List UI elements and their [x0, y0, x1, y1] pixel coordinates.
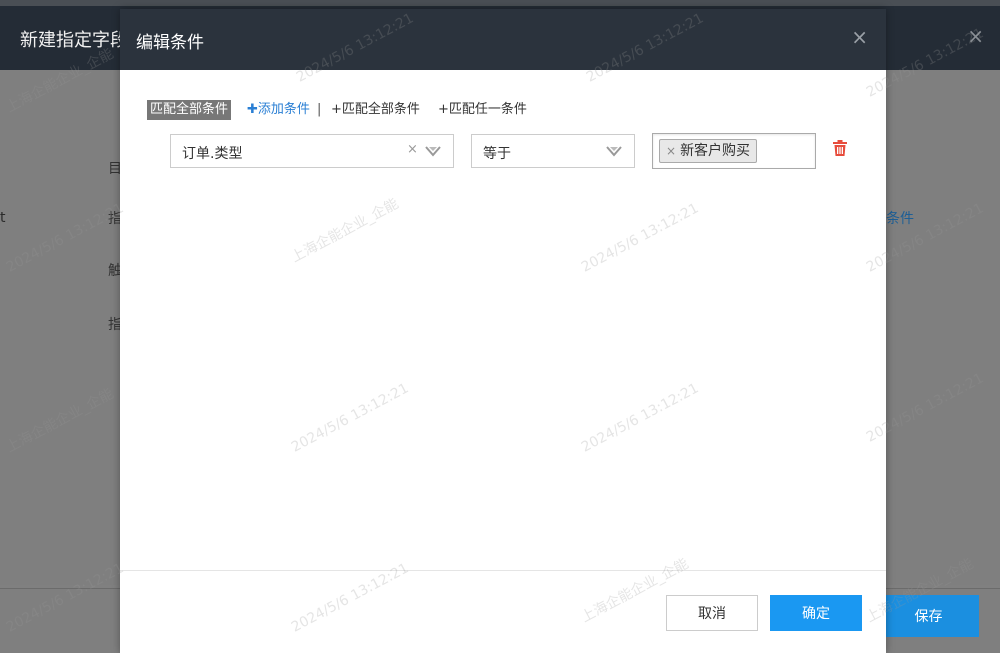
- chip-remove-icon[interactable]: ×: [666, 144, 676, 158]
- add-condition-label: 添加条件: [257, 102, 310, 117]
- background-edge-text: t: [0, 210, 6, 226]
- background-dialog-title: 新建指定字段: [20, 30, 128, 51]
- cancel-button[interactable]: 取消: [666, 595, 758, 631]
- edit-condition-modal: 编辑条件 × 匹配全部条件 ✚添加条件 | +匹配全部条件 +匹配任一条件 订单…: [120, 9, 886, 653]
- field-select-value: 订单.类型: [182, 146, 243, 162]
- background-condition-link[interactable]: 条件: [886, 208, 914, 228]
- save-button[interactable]: 保存: [878, 595, 979, 637]
- modal-title: 编辑条件: [136, 33, 204, 53]
- chevron-down-icon[interactable]: [606, 144, 622, 158]
- chevron-down-icon[interactable]: [425, 144, 441, 158]
- modal-footer: 取消 确定: [120, 570, 886, 653]
- modal-header: 编辑条件 ×: [120, 9, 886, 70]
- value-chip: × 新客户购买: [659, 139, 758, 163]
- value-chip-label: 新客户购买: [680, 143, 751, 159]
- value-multiselect[interactable]: × 新客户购买: [652, 133, 816, 169]
- modal-body: 匹配全部条件 ✚添加条件 | +匹配全部条件 +匹配任一条件 订单.类型 × 等…: [120, 70, 886, 570]
- operator-select-value: 等于: [483, 146, 511, 162]
- operator-select[interactable]: 等于: [471, 134, 635, 168]
- background-close-icon[interactable]: ×: [967, 24, 984, 48]
- match-any-option[interactable]: +匹配任一条件: [438, 100, 527, 120]
- match-all-tag: 匹配全部条件: [147, 100, 232, 120]
- modal-close-icon[interactable]: ×: [851, 25, 868, 49]
- toolbar-separator: |: [317, 102, 322, 117]
- field-select[interactable]: 订单.类型 ×: [170, 134, 454, 168]
- match-all-option[interactable]: +匹配全部条件: [331, 100, 420, 120]
- trash-icon[interactable]: [833, 140, 847, 156]
- add-condition-link[interactable]: ✚添加条件: [247, 100, 310, 120]
- plus-icon: ✚: [247, 102, 258, 117]
- confirm-button[interactable]: 确定: [770, 595, 862, 631]
- clear-icon[interactable]: ×: [407, 142, 418, 157]
